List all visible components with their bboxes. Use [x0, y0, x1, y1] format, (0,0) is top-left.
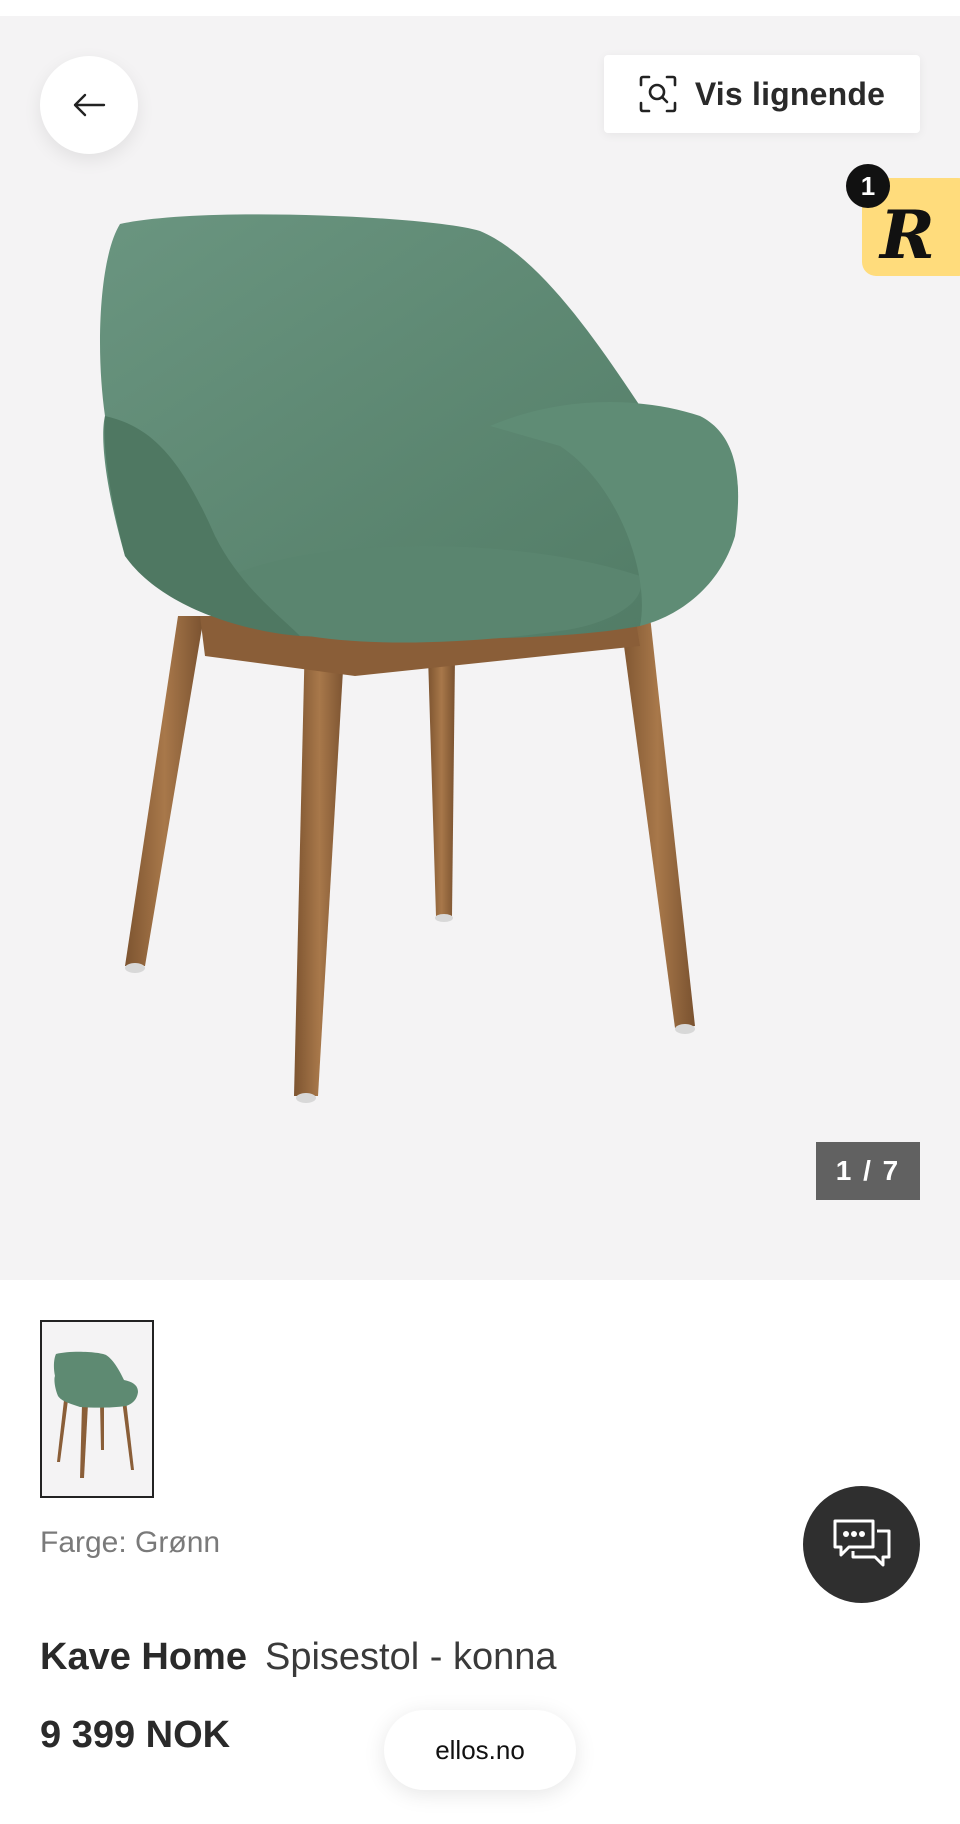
- chair-image: [100, 214, 739, 1103]
- status-bar-area: [0, 0, 960, 16]
- back-button[interactable]: [40, 56, 138, 154]
- image-counter: 1 / 7: [816, 1142, 920, 1200]
- visual-search-icon: [639, 75, 677, 113]
- product-name: Spisestol - konna: [264, 1636, 557, 1678]
- chat-bubbles-icon: [833, 1519, 890, 1566]
- rewards-count-badge: 1: [846, 164, 890, 208]
- rewards-logo-icon: R: [880, 196, 935, 274]
- chair-thumbnail: [53, 1351, 138, 1478]
- product-price: 9 399 NOK: [40, 1714, 231, 1756]
- show-similar-button[interactable]: Vis lignende: [604, 55, 920, 133]
- color-label: Farge: Grønn: [40, 1526, 221, 1559]
- thumbnail-item[interactable]: [40, 1320, 154, 1498]
- chat-button[interactable]: [803, 1486, 920, 1603]
- product-image-gallery[interactable]: Vis lignende R 1 1 / 7: [0, 16, 960, 1280]
- product-title: Kave Home Spisestol - konna: [40, 1636, 556, 1679]
- domain-pill[interactable]: ellos.no: [384, 1710, 576, 1790]
- arrow-left-icon: [73, 93, 106, 117]
- brand-name[interactable]: Kave Home: [40, 1636, 247, 1678]
- show-similar-label: Vis lignende: [694, 75, 886, 112]
